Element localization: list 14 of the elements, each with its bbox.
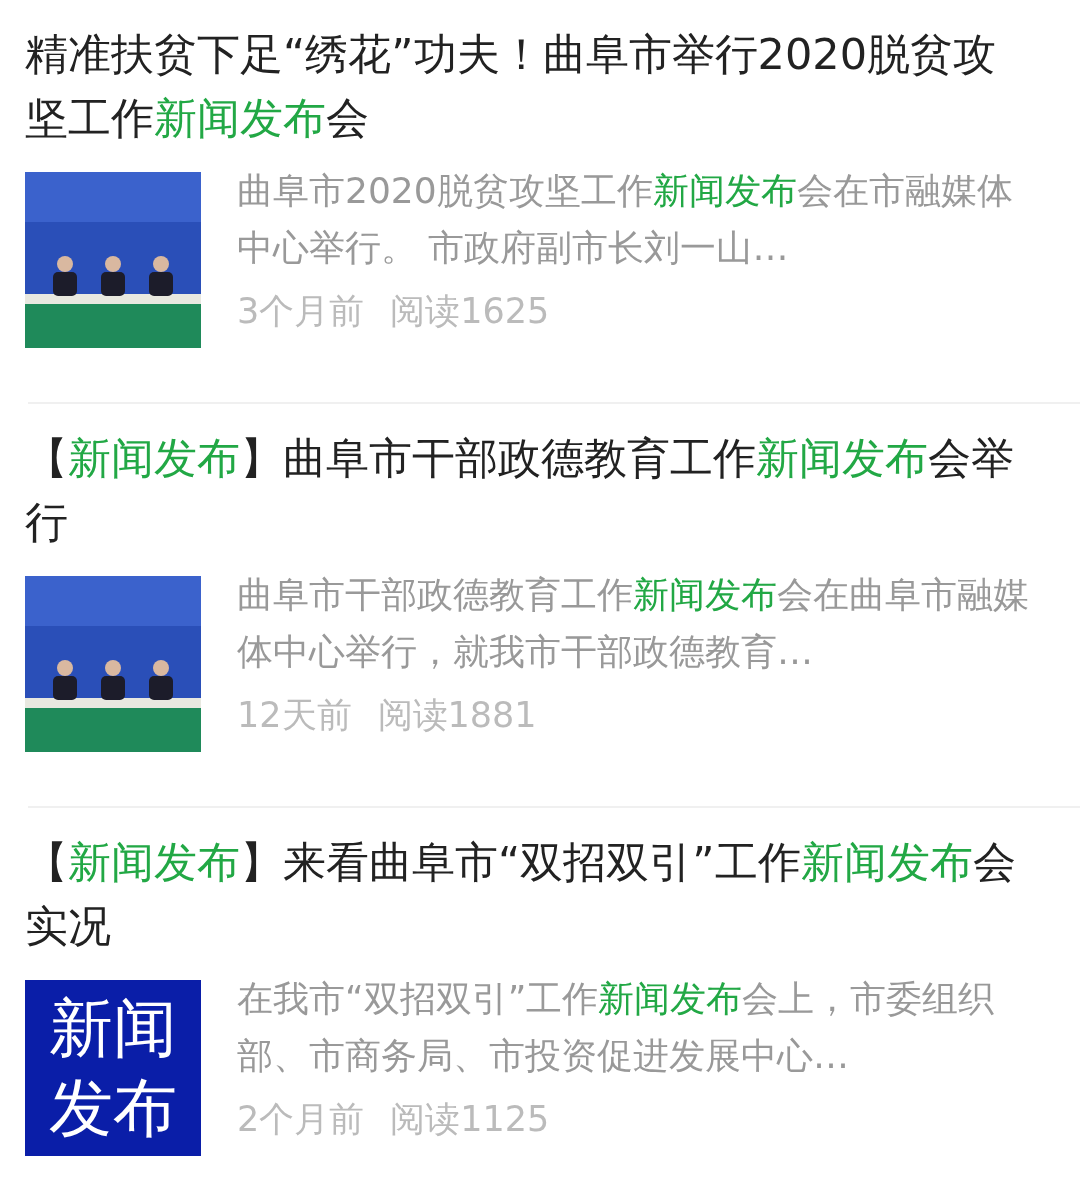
post-time: 12天前 — [237, 694, 352, 737]
article-snippet: 曲阜市干部政德教育工作新闻发布会在曲阜市融媒体中心举行，就我市干部政德教育… — [237, 573, 1030, 674]
read-count: 阅读1625 — [390, 290, 550, 333]
post-time: 3个月前 — [237, 290, 365, 333]
article-title[interactable]: 【新闻发布】来看曲阜市“双招双引”工作新闻发布会实况 — [25, 830, 1025, 958]
read-count: 阅读1881 — [377, 694, 537, 737]
thumbnail-text: 新闻 — [49, 990, 177, 1067]
post-time: 2个月前 — [237, 1098, 365, 1141]
article-title[interactable]: 精准扶贫下足“绣花”功夫！曲阜市举行2020脱贫攻坚工作新闻发布会 — [25, 22, 1025, 150]
article-title[interactable]: 【新闻发布】曲阜市干部政德教育工作新闻发布会举行 — [25, 426, 1025, 554]
read-count: 阅读1125 — [390, 1098, 550, 1141]
article-snippet: 曲阜市2020脱贫攻坚工作新闻发布会在市融媒体中心举行。 市政府副市长刘一山… — [237, 169, 1014, 270]
article-snippet: 在我市“双招双引”工作新闻发布会上，市委组织部、市商务局、市投资促进发展中心… — [237, 977, 996, 1078]
thumbnail-text: 发布 — [49, 1070, 177, 1147]
